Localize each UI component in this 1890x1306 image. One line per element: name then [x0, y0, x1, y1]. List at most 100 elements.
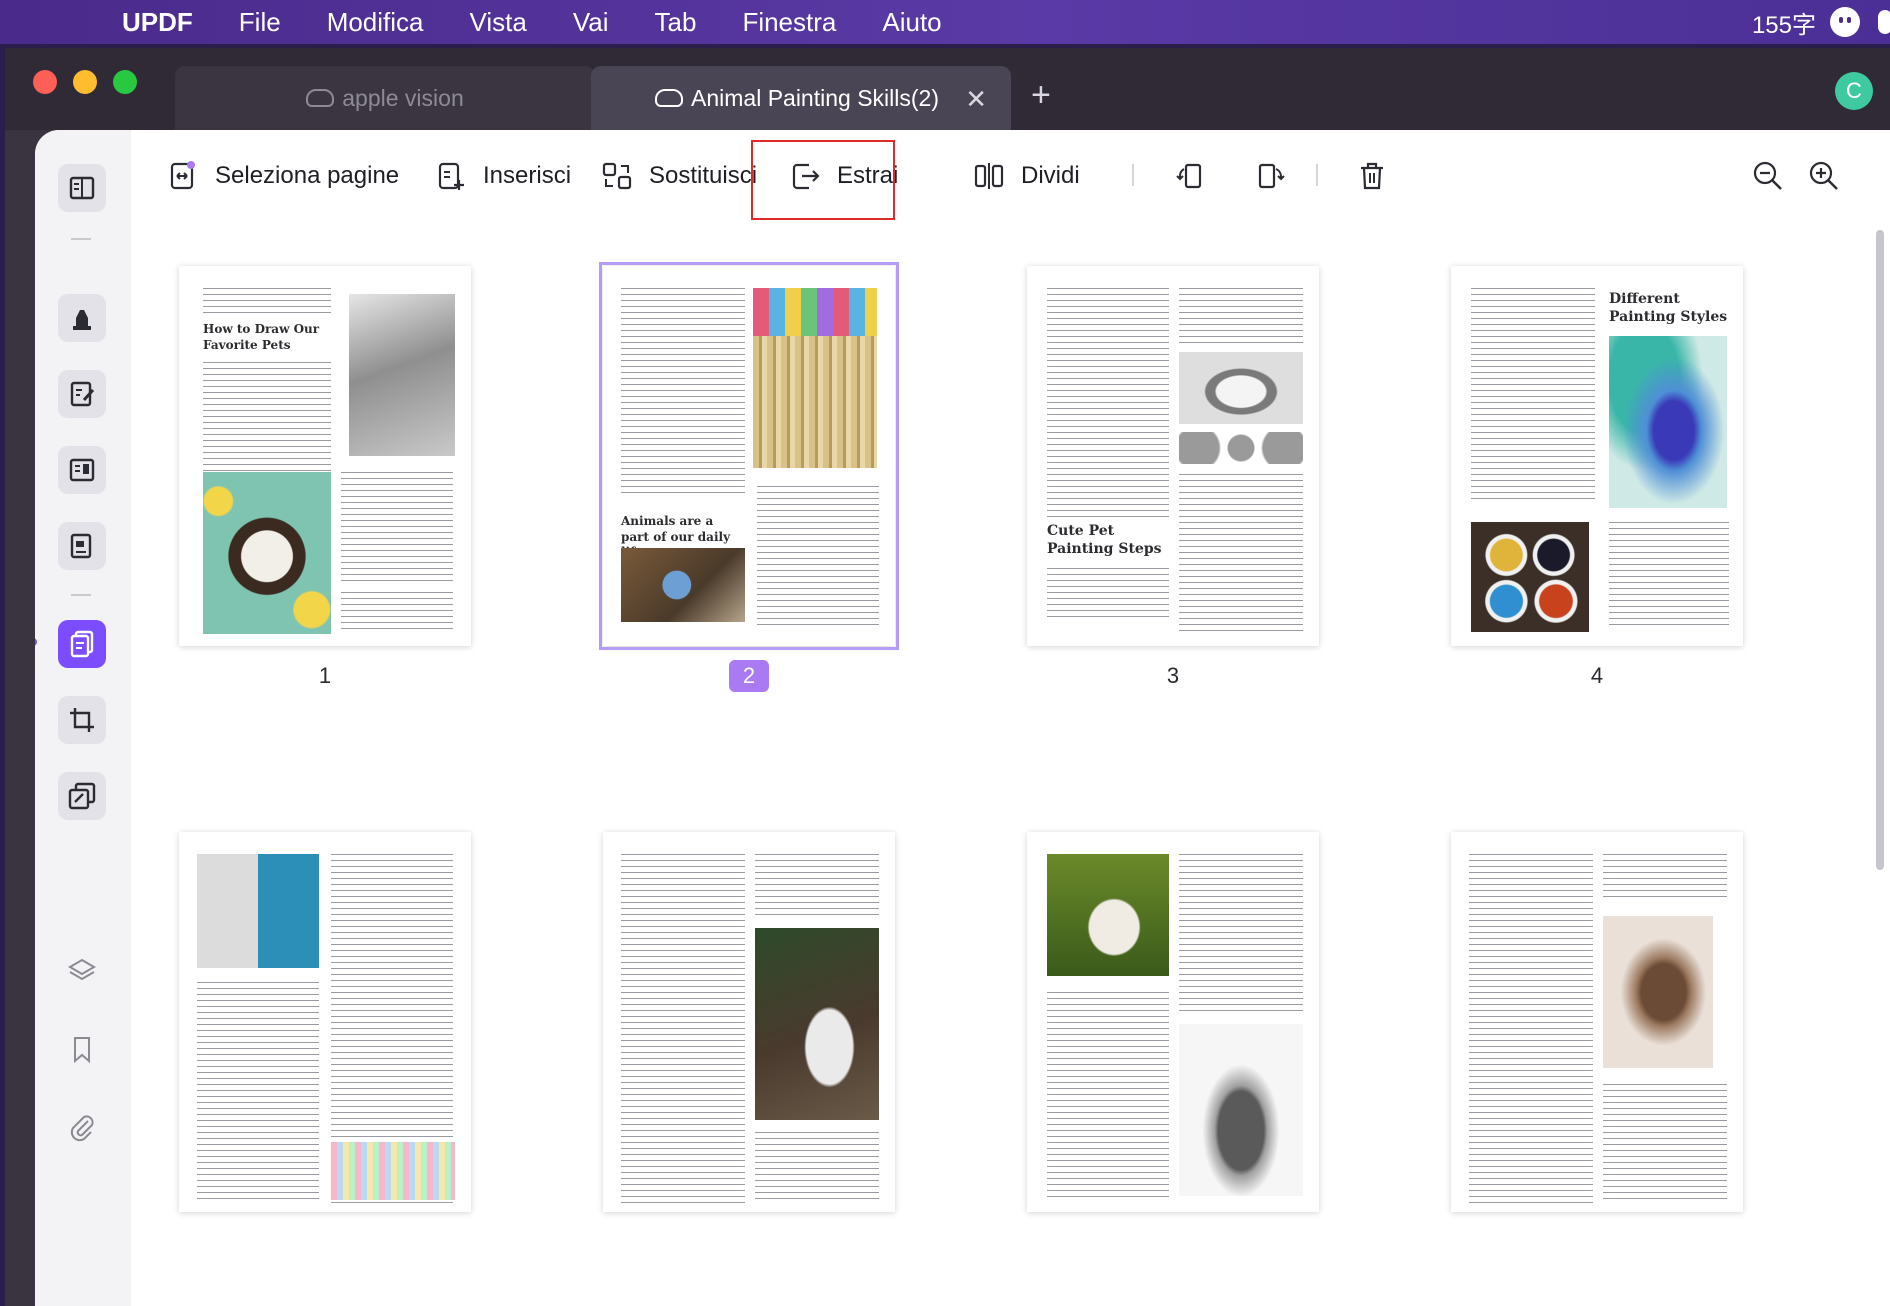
smiley-icon[interactable]	[1830, 7, 1860, 37]
close-window-button[interactable]	[33, 70, 57, 94]
text-block	[621, 288, 745, 498]
reader-mode-button[interactable]	[58, 164, 106, 212]
delete-button[interactable]	[1352, 156, 1392, 196]
page-thumbnail-1[interactable]: How to Draw Our Favorite Pets	[179, 266, 471, 646]
menu-edit[interactable]: Modifica	[327, 7, 424, 38]
forms-button[interactable]	[58, 446, 106, 494]
text-block	[757, 486, 879, 626]
text-block	[1179, 288, 1303, 344]
sketchbook-image	[755, 928, 879, 1120]
bookmark-icon[interactable]	[63, 1030, 101, 1068]
sidebar-divider	[71, 594, 91, 596]
replace-icon	[602, 162, 632, 190]
page-thumbnail-7[interactable]	[1027, 832, 1319, 1212]
zoom-in-button[interactable]	[1804, 156, 1844, 196]
text-block	[1047, 568, 1169, 620]
page-heading: Cute Pet Painting Steps	[1047, 523, 1162, 558]
page-thumbnail-3[interactable]: Cute Pet Painting Steps	[1027, 266, 1319, 646]
form-icon	[69, 458, 95, 482]
menu-window[interactable]: Finestra	[742, 7, 836, 38]
insert-button[interactable]: Inserisci	[435, 152, 571, 200]
organize-toolbar: Seleziona pagine Inserisci Sostituisci E…	[131, 130, 1890, 222]
split-label: Dividi	[1021, 162, 1080, 189]
page-number-1: 1	[318, 663, 332, 688]
text-block	[755, 1132, 879, 1202]
menu-app-name[interactable]: UPDF	[122, 7, 193, 38]
apple-icon[interactable]	[42, 8, 70, 36]
layers-icon[interactable]	[63, 952, 101, 990]
zoom-in-icon	[1809, 161, 1838, 190]
page-thumbnail-5[interactable]	[179, 832, 471, 1212]
organize-pages-button[interactable]	[58, 620, 106, 668]
crop-pages-button[interactable]	[58, 696, 106, 744]
sidebar-divider	[71, 238, 91, 240]
rotate-left-icon	[1176, 163, 1202, 189]
menu-file[interactable]: File	[239, 7, 281, 38]
menu-tab[interactable]: Tab	[655, 7, 697, 38]
replace-label: Sostituisci	[649, 162, 758, 189]
page-thumbnail-4[interactable]: Different Painting Styles	[1451, 266, 1743, 646]
rotate-right-icon	[1258, 163, 1285, 189]
crop-icon	[70, 708, 94, 732]
page-thumbnail-8[interactable]	[1451, 832, 1743, 1212]
horse-drawing-image	[1603, 916, 1713, 1068]
menu-bar: UPDF File Modifica Vista Vai Tab Finestr…	[0, 0, 1890, 44]
organize-pages-view: Seleziona pagine Inserisci Sostituisci E…	[131, 130, 1890, 1306]
paint-cups-image	[1471, 522, 1589, 632]
vertical-scrollbar[interactable]	[1876, 230, 1884, 870]
page-thumbnail-6[interactable]	[603, 832, 895, 1212]
rotate-right-button[interactable]	[1251, 156, 1291, 196]
left-sidebar	[35, 130, 131, 1306]
rabbit-sketch-image	[1179, 1024, 1303, 1196]
zoom-out-icon	[1753, 161, 1782, 190]
new-tab-icon[interactable]: +	[1031, 76, 1051, 115]
zoom-window-button[interactable]	[113, 70, 137, 94]
text-block	[203, 288, 331, 316]
page-number-3: 3	[1166, 663, 1180, 688]
page-heading: Different Painting Styles	[1609, 291, 1728, 326]
tab-animal-painting-skills[interactable]: Animal Painting Skills(2) ✕	[591, 66, 1011, 130]
tools-button[interactable]	[58, 772, 106, 820]
avatar[interactable]: C	[1835, 72, 1873, 110]
zoom-out-button[interactable]	[1748, 156, 1788, 196]
toolbar-divider	[1132, 164, 1134, 186]
select-pages-button[interactable]: Seleziona pagine	[167, 152, 399, 200]
watercolor-image	[1609, 336, 1727, 508]
signature-icon	[70, 533, 92, 559]
text-block	[1469, 854, 1593, 1204]
toolbar-divider	[1316, 164, 1318, 186]
app-window: apple vision Animal Painting Skills(2) ✕…	[5, 48, 1890, 1306]
menu-go[interactable]: Vai	[573, 7, 609, 38]
text-block	[621, 854, 745, 1204]
rotate-left-button[interactable]	[1171, 156, 1211, 196]
page-number-4: 4	[1590, 663, 1604, 688]
microphone-icon[interactable]	[1878, 10, 1890, 34]
page-number-2: 2	[729, 660, 769, 692]
minimize-window-button[interactable]	[73, 70, 97, 94]
menu-view[interactable]: Vista	[470, 7, 527, 38]
page-thumbnail-2[interactable]: Animals are a part of our daily life	[599, 262, 899, 650]
insert-page-icon	[438, 162, 464, 190]
text-block	[755, 854, 879, 918]
replace-button[interactable]: Sostituisci	[601, 152, 757, 200]
menu-help[interactable]: Aiuto	[882, 7, 941, 38]
tab-bar: apple vision Animal Painting Skills(2) ✕…	[5, 48, 1890, 130]
comment-tool-button[interactable]	[58, 294, 106, 342]
edit-document-icon	[70, 381, 95, 407]
embroidery-dog-image	[203, 472, 331, 634]
text-block	[1179, 854, 1303, 1014]
close-tab-icon[interactable]: ✕	[965, 84, 987, 115]
tab-label: apple vision	[342, 84, 464, 111]
rabbit-photo-image	[1047, 854, 1169, 976]
split-button[interactable]: Dividi	[973, 152, 1080, 200]
statue-photo-image	[197, 854, 319, 968]
cloud-icon	[306, 89, 335, 107]
attachment-icon[interactable]	[63, 1108, 101, 1146]
edit-pdf-button[interactable]	[58, 370, 106, 418]
select-pages-icon	[170, 161, 195, 190]
sign-button[interactable]	[58, 522, 106, 570]
book-icon	[69, 176, 95, 200]
tab-apple-vision[interactable]: apple vision	[175, 66, 595, 130]
text-block	[1047, 992, 1169, 1202]
text-block	[341, 592, 453, 630]
